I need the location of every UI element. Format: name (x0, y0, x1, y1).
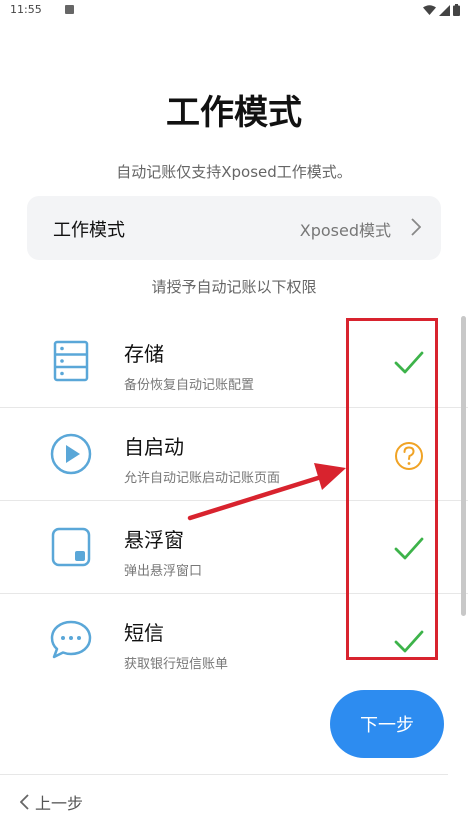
annotation-highlight-box (346, 318, 438, 660)
permission-desc: 允许自动记账启动记账页面 (124, 471, 281, 486)
battery-icon (453, 4, 460, 16)
next-step-button[interactable]: 下一步 (330, 690, 444, 758)
work-mode-selector[interactable]: 工作模式 Xposed模式 (27, 196, 441, 260)
permission-name: 悬浮窗 (124, 528, 184, 552)
status-time: 11:55 (10, 3, 42, 16)
signal-icon (439, 4, 450, 16)
floating-window-icon (51, 527, 91, 567)
permission-name: 短信 (124, 621, 164, 645)
status-icons (423, 4, 460, 16)
page-title: 工作模式 (166, 93, 302, 133)
permission-name: 自启动 (124, 435, 184, 459)
status-bar: 11:55 (0, 0, 468, 22)
work-mode-label: 工作模式 (53, 220, 125, 241)
divider (0, 774, 448, 775)
scrollbar[interactable] (461, 316, 466, 616)
permission-desc: 备份恢复自动记账配置 (124, 378, 255, 393)
permissions-hint: 请授予自动记账以下权限 (151, 278, 317, 296)
play-icon (50, 433, 92, 475)
chevron-left-icon (20, 794, 29, 810)
page-subtitle: 自动记账仅支持Xposed工作模式。 (116, 163, 352, 181)
previous-step-button[interactable]: 上一步 (20, 790, 83, 814)
chevron-right-icon (411, 218, 421, 236)
permission-desc: 获取银行短信账单 (124, 657, 229, 672)
wifi-icon (423, 4, 436, 15)
permission-name: 存储 (124, 342, 164, 366)
chat-bubble-icon (50, 620, 92, 659)
previous-step-label: 上一步 (35, 794, 84, 813)
notification-app-icon (65, 5, 74, 14)
work-mode-value: Xposed模式 (299, 221, 391, 240)
permission-desc: 弹出悬浮窗口 (124, 564, 203, 579)
storage-icon (53, 340, 89, 382)
